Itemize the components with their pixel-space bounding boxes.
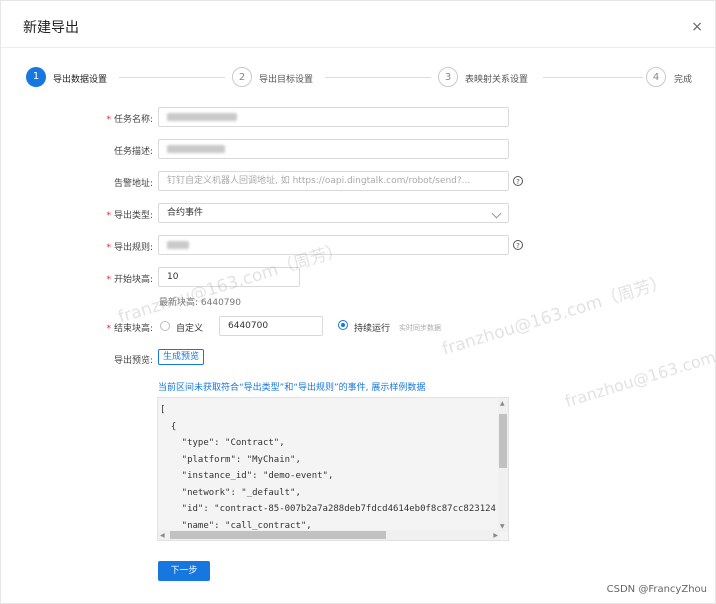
export-type-label: * 导出类型: (67, 208, 153, 221)
export-rule-label-text: 导出规则: (113, 243, 153, 253)
scroll-right-icon[interactable]: ▶ (493, 532, 498, 539)
horizontal-scrollbar[interactable]: ◀ ▶ (158, 530, 500, 540)
export-rule-label: * 导出规则: (67, 240, 153, 253)
step-3-label: 表映射关系设置 (465, 75, 529, 85)
required-mark: * (106, 243, 111, 253)
redacted-text (167, 144, 225, 153)
start-block-input[interactable]: 10 (158, 267, 300, 287)
continuous-hint: 实时同步数据 (399, 324, 441, 332)
latest-block-hint: 最新块高: 6440790 (159, 298, 241, 308)
vertical-scrollbar[interactable]: ▲ ▼ (498, 398, 508, 532)
task-name-label: * 任务名称: (67, 112, 153, 125)
alert-address-label: 告警地址: (113, 179, 153, 189)
header-divider (1, 47, 715, 48)
required-mark: * (106, 115, 111, 125)
continuous-radio-label: 持续运行 (354, 324, 391, 334)
chevron-down-icon (491, 208, 502, 219)
step-1-indicator: 1 (26, 67, 46, 87)
step-2-label: 导出目标设置 (259, 75, 314, 85)
code-line: [ (160, 405, 166, 415)
watermark: franzhou@163.com（周芳） (439, 272, 670, 360)
code-line: "platform": "MyChain", (160, 454, 301, 465)
step-connector (119, 77, 225, 78)
export-type-label-text: 导出类型: (113, 211, 153, 221)
preview-code-block[interactable]: [ { "type": "Contract", "platform": "MyC… (157, 397, 509, 541)
code-line: "type": "Contract", (160, 438, 285, 448)
custom-radio[interactable] (160, 321, 170, 331)
required-mark: * (106, 211, 111, 221)
step-1-label: 导出数据设置 (53, 75, 108, 85)
code-line: "id": "contract-85-007b2a7a288deb7fdcd46… (160, 504, 496, 514)
end-block-input[interactable]: 6440700 (219, 316, 323, 336)
task-name-label-text: 任务名称: (113, 115, 153, 125)
scroll-left-icon[interactable]: ◀ (160, 532, 165, 539)
step-connector (543, 77, 643, 78)
export-type-select[interactable]: 合约事件 (158, 203, 509, 223)
alert-address-input[interactable]: 钉钉自定义机器人回调地址, 如 https://oapi.dingtalk.co… (158, 171, 509, 191)
start-block-label: * 开始块高: (67, 272, 153, 285)
code-lines: [ { "type": "Contract", "platform": "MyC… (158, 398, 508, 534)
question-circle-icon[interactable]: ? (513, 240, 523, 250)
end-block-label-text: 结束块高: (113, 324, 153, 334)
step-4-label: 完成 (674, 75, 693, 85)
task-name-input[interactable] (158, 107, 509, 127)
step-3-indicator: 3 (438, 67, 458, 87)
code-line: { (160, 421, 177, 432)
step-2-indicator: 2 (232, 67, 252, 87)
scroll-up-icon[interactable]: ▲ (500, 400, 505, 407)
redacted-text (167, 112, 237, 121)
scrollbar-thumb[interactable] (499, 414, 507, 468)
code-line: "instance_id": "demo-event", (160, 471, 334, 481)
next-step-button[interactable]: 下一步 (158, 561, 210, 581)
continuous-radio[interactable] (338, 320, 348, 330)
code-line: "name": "call_contract", (160, 520, 312, 531)
watermark: franzhou@163.com（周 (562, 337, 716, 412)
step-4-indicator: 4 (646, 67, 666, 87)
question-circle-icon[interactable]: ? (513, 176, 523, 186)
task-desc-label: 任务描述: (113, 147, 153, 157)
start-block-label-text: 开始块高: (113, 275, 153, 285)
code-line: "network": "_default", (160, 487, 301, 498)
scrollbar-thumb[interactable] (170, 531, 386, 539)
step-connector (325, 77, 431, 78)
custom-radio-label: 自定义 (176, 324, 204, 334)
export-dialog: 新建导出 × 1 导出数据设置 2 导出目标设置 3 表映射关系设置 4 完成 … (0, 0, 716, 604)
scroll-down-icon[interactable]: ▼ (500, 523, 505, 530)
required-mark: * (106, 275, 111, 285)
export-rule-input[interactable] (158, 235, 509, 255)
dialog-title: 新建导出 (23, 20, 79, 36)
export-type-value: 合约事件 (167, 208, 204, 218)
required-mark: * (106, 324, 111, 334)
redacted-text (167, 240, 189, 249)
sample-data-notice: 当前区间未获取符合“导出类型”和“导出规则”的事件, 展示样例数据 (158, 383, 426, 393)
end-block-label: * 结束块高: (67, 321, 153, 334)
preview-label: 导出预览: (113, 356, 153, 366)
task-desc-input[interactable] (158, 139, 509, 159)
generate-preview-button[interactable]: 生成预览 (158, 349, 205, 365)
source-credit: CSDN @FrancyZhou (606, 584, 707, 595)
close-icon[interactable]: × (691, 19, 703, 35)
